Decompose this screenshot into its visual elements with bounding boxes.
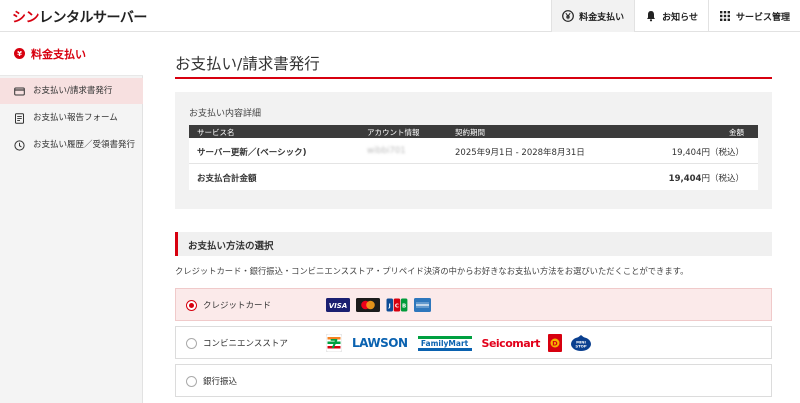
main-content: お支払い/請求書発行 お支払い内容詳細 サービス名 アカウント情報 契約期間 金… (143, 32, 800, 403)
page-title: お支払い/請求書発行 (175, 55, 320, 73)
total-label: お支払合計金額 (197, 174, 257, 184)
convenience-store-radio[interactable] (186, 338, 197, 349)
svg-text:D: D (552, 340, 558, 348)
sidebar-item-payment-invoice[interactable]: お支払い/請求書発行 (0, 78, 143, 104)
seicomart-logo: Seicomart (481, 336, 541, 350)
yen-circle-icon (562, 10, 575, 22)
lawson-logo: LAWSON (352, 336, 408, 350)
contract-period: 2025年9月1日 - 2028年8月31日 (455, 148, 585, 158)
row-amount: 19,404円（税込） (671, 148, 744, 158)
sidebar-item-payment-report[interactable]: お支払い報告フォーム (0, 112, 143, 125)
credit-card-radio[interactable] (186, 300, 197, 311)
detail-heading: お支払い内容詳細 (189, 109, 262, 119)
svg-text:VISA: VISA (329, 302, 347, 310)
total-amount: 19,404円（税込） (668, 174, 744, 184)
total-row: お支払合計金額 19,404円（税込） (189, 164, 758, 190)
mastercard-logo-icon (356, 298, 380, 312)
nav-billing[interactable]: 料金支払い (551, 0, 635, 32)
table-header: サービス名 アカウント情報 契約期間 金額 (189, 125, 758, 138)
familymart-logo: FamilyMart (417, 335, 472, 351)
sidebar: ¥ 料金支払い お支払い/請求書発行 お支払い報告フォーム お支払い履歴／受領書… (0, 32, 143, 403)
title-underline (175, 77, 772, 79)
nav-service-management[interactable]: サービス管理 (707, 0, 800, 32)
svg-text:J: J (388, 303, 391, 309)
option-credit-card[interactable]: クレジットカード VISA JCB (175, 288, 772, 321)
svg-text:C: C (395, 303, 399, 309)
option-bank-transfer[interactable]: 銀行振込 (175, 364, 772, 397)
grid-icon (719, 10, 731, 22)
form-icon (15, 113, 24, 124)
site-logo[interactable]: シンレンタルサーバー (12, 7, 147, 27)
card-brand-logos: VISA JCB (326, 296, 431, 314)
yen-badge-icon: ¥ (14, 48, 25, 59)
top-nav: 料金支払い お知らせ サービス管理 (551, 0, 800, 32)
history-icon (14, 140, 25, 151)
seven-eleven-logo-icon: 7 (326, 334, 342, 352)
bell-icon (645, 10, 657, 22)
service-name: サーバー更新／(ベーシック) (197, 148, 307, 158)
convenience-store-logos: 7 LAWSON FamilyMart Seicomart D MINI STOP (326, 334, 592, 352)
visa-logo-icon: VISA (326, 298, 350, 312)
payment-method-heading: お支払い方法の選択 (175, 232, 772, 256)
payment-detail-box: お支払い内容詳細 サービス名 アカウント情報 契約期間 金額 サーバー更新／(ベ… (175, 92, 772, 209)
option-convenience-store[interactable]: コンビニエンスストア 7 LAWSON FamilyMart Seicomart… (175, 326, 772, 359)
account-info: wibbi701 (367, 146, 406, 156)
table-row: サーバー更新／(ベーシック) wibbi701 2025年9月1日 - 2028… (189, 138, 758, 164)
bank-transfer-radio[interactable] (186, 376, 197, 387)
top-header: シンレンタルサーバー 料金支払い お知らせ サービス管理 (0, 0, 800, 32)
ministop-logo-icon: MINISTOP (570, 335, 591, 351)
payment-method-description: クレジットカード・銀行振込・コンビニエンスストア・プリペイド決済の中からお好きな… (175, 266, 689, 276)
card-icon (14, 87, 25, 96)
sidebar-item-payment-history[interactable]: お支払い履歴／受領書発行 (0, 139, 143, 152)
sidebar-title[interactable]: ¥ 料金支払い (0, 32, 143, 76)
svg-text:7: 7 (330, 337, 338, 351)
jcb-logo-icon: JCB (386, 298, 408, 312)
payment-table: サービス名 アカウント情報 契約期間 金額 サーバー更新／(ベーシック) wib… (189, 125, 758, 190)
amex-logo-icon (414, 298, 431, 312)
daily-yamazaki-logo-icon: D (547, 334, 562, 352)
svg-text:B: B (402, 303, 406, 309)
svg-text:STOP: STOP (575, 344, 587, 349)
nav-notices[interactable]: お知らせ (634, 0, 708, 32)
